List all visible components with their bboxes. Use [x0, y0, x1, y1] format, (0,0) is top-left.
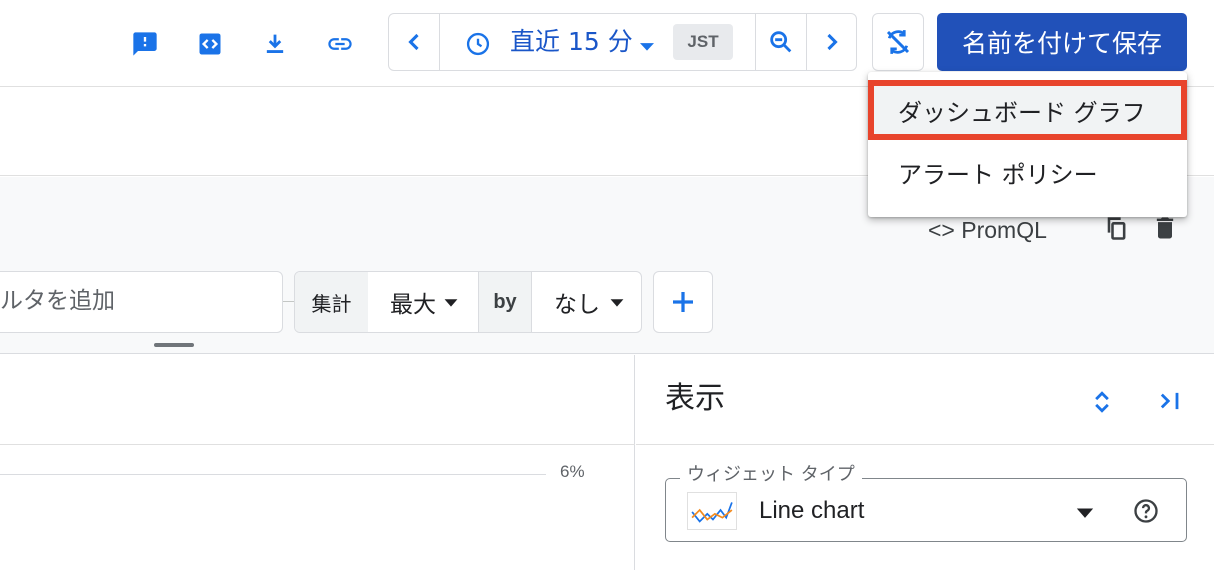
- widget-type-select[interactable]: [665, 478, 1187, 542]
- page: 直近 15 分 JST 名前を付けて保存 <> PromQL ルタを追加 集計 …: [0, 0, 1214, 570]
- sync-off-icon: [883, 27, 913, 57]
- code-brackets-icon: <>: [928, 217, 955, 243]
- panel-title: 表示: [665, 381, 725, 416]
- caret-down-icon[interactable]: [1065, 492, 1105, 532]
- divider: [755, 14, 756, 70]
- caret-down-icon: [610, 299, 624, 307]
- group-by-select[interactable]: なし: [532, 272, 641, 332]
- widget-type-label: ウィジェット タイプ: [680, 463, 862, 487]
- by-label: by: [479, 272, 531, 332]
- caret-down-icon[interactable]: [627, 26, 667, 66]
- chevron-left-icon[interactable]: [394, 22, 434, 62]
- zoom-out-icon[interactable]: [761, 22, 801, 62]
- feedback-icon[interactable]: [125, 24, 165, 64]
- filter-placeholder: ルタを追加: [0, 288, 115, 314]
- save-as-menu: ダッシュボード グラフ アラート ポリシー: [868, 72, 1187, 217]
- aggregation-label: 集計: [295, 272, 368, 332]
- aggregation-group: 集計 最大 by なし: [294, 271, 642, 333]
- divider: [636, 444, 1214, 445]
- download-icon[interactable]: [255, 24, 295, 64]
- help-icon[interactable]: [1126, 491, 1166, 531]
- divider: [806, 14, 807, 70]
- aggregation-value: 最大: [390, 292, 436, 318]
- timezone-badge[interactable]: JST: [673, 24, 733, 60]
- divider: [0, 444, 635, 445]
- add-button[interactable]: [653, 271, 713, 333]
- time-range-label[interactable]: 直近 15 分: [510, 26, 633, 58]
- save-as-button[interactable]: 名前を付けて保存: [937, 13, 1187, 71]
- widget-type-value: Line chart: [759, 497, 865, 524]
- chevron-right-icon[interactable]: [812, 22, 852, 62]
- aggregation-select[interactable]: 最大: [368, 272, 478, 332]
- collapse-panel-icon[interactable]: [1150, 381, 1190, 421]
- clock-icon[interactable]: [458, 24, 498, 64]
- sync-off-button[interactable]: [872, 13, 924, 71]
- code-icon[interactable]: [190, 24, 230, 64]
- resize-handle[interactable]: [154, 343, 194, 347]
- promql-label: PromQL: [961, 217, 1047, 243]
- plus-icon: [673, 292, 693, 312]
- link-icon[interactable]: [320, 24, 360, 64]
- menu-item-alert-policy[interactable]: アラート ポリシー: [868, 142, 1187, 202]
- line-chart-thumbnail-icon: [687, 492, 737, 530]
- expand-collapse-icon[interactable]: [1082, 382, 1122, 422]
- divider: [439, 14, 440, 70]
- y-axis-tick-label: 6%: [560, 462, 585, 481]
- chart-area: [0, 355, 635, 570]
- chart-gridline: [0, 474, 546, 475]
- menu-item-dashboard-chart[interactable]: ダッシュボード グラフ: [868, 80, 1187, 140]
- group-by-value: なし: [554, 292, 600, 318]
- caret-down-icon: [444, 299, 458, 307]
- promql-toggle[interactable]: <> PromQL: [928, 214, 1047, 246]
